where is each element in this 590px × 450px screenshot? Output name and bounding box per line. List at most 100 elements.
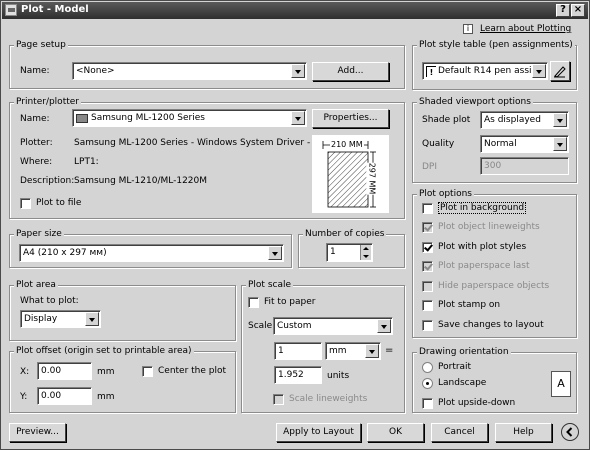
copies-spinner[interactable] bbox=[360, 245, 371, 260]
help-title-button[interactable]: ? bbox=[556, 4, 570, 17]
add-button[interactable]: Add... bbox=[312, 62, 389, 81]
plot-with-plot-styles-checkbox[interactable]: Plot with plot styles bbox=[422, 241, 526, 254]
printer-name-combo[interactable]: Samsung ML-1200 Series bbox=[72, 109, 307, 127]
scale-value: Custom bbox=[277, 321, 312, 331]
scale-numerator-input[interactable]: 1 bbox=[274, 342, 322, 360]
preview-button[interactable]: Preview... bbox=[9, 423, 66, 442]
dpi-label: DPI bbox=[422, 162, 438, 172]
offset-y-input[interactable]: 0.00 bbox=[37, 387, 92, 405]
properties-button[interactable]: Properties... bbox=[312, 109, 389, 128]
checkbox-box[interactable] bbox=[273, 394, 284, 405]
quality-combo[interactable]: Normal bbox=[480, 135, 569, 153]
checkbox-box[interactable] bbox=[422, 261, 433, 272]
save-changes-to-layout-checkbox[interactable]: Save changes to layout bbox=[422, 319, 544, 332]
scale-units-input[interactable]: 1.952 bbox=[274, 366, 322, 384]
what-to-plot-value: Display bbox=[24, 314, 58, 324]
learn-about-plotting-link[interactable]: Learn about Plotting bbox=[480, 24, 571, 35]
fit-to-paper-checkbox[interactable]: Fit to paper bbox=[248, 296, 316, 309]
plot-to-file-checkbox[interactable]: Plot to file bbox=[20, 197, 81, 210]
plot-offset-label: Plot offset (origin set to printable are… bbox=[14, 346, 194, 357]
plot-in-background-label: Plot in background bbox=[438, 202, 527, 214]
checkbox-box[interactable] bbox=[422, 242, 433, 253]
portrait-label: Portrait bbox=[438, 362, 472, 372]
shaded-viewport-label: Shaded viewport options bbox=[417, 97, 533, 108]
checkbox-box[interactable] bbox=[248, 297, 259, 308]
chevron-down-icon[interactable] bbox=[377, 319, 391, 333]
offset-y-value: 0.00 bbox=[41, 391, 62, 401]
page-setup-label: Page setup bbox=[14, 40, 68, 51]
scale-lineweights-checkbox[interactable]: Scale lineweights bbox=[273, 393, 367, 406]
quality-label: Quality bbox=[422, 139, 455, 149]
ok-button[interactable]: OK bbox=[367, 423, 424, 442]
cancel-button[interactable]: Cancel bbox=[431, 423, 488, 442]
chevron-down-icon[interactable] bbox=[553, 113, 567, 127]
chevron-down-icon[interactable] bbox=[553, 137, 567, 151]
dpi-input[interactable]: 300 bbox=[480, 157, 569, 175]
apply-to-layout-button[interactable]: Apply to Layout bbox=[276, 423, 361, 442]
checkbox-box[interactable] bbox=[20, 198, 31, 209]
copies-input[interactable]: 1 bbox=[326, 243, 373, 262]
close-title-button[interactable]: × bbox=[571, 4, 585, 17]
chevron-down-icon[interactable] bbox=[268, 246, 282, 260]
what-to-plot-combo[interactable]: Display bbox=[20, 310, 101, 328]
paper-size-combo[interactable]: A4 (210 x 297 мм) bbox=[19, 244, 284, 262]
landscape-radio[interactable]: Landscape bbox=[422, 377, 486, 390]
scale-lineweights-label: Scale lineweights bbox=[289, 394, 368, 404]
chevron-down-icon[interactable] bbox=[291, 64, 305, 78]
offset-y-unit: mm bbox=[97, 392, 115, 402]
scale-combo[interactable]: Custom bbox=[273, 317, 393, 335]
offset-y-label: Y: bbox=[20, 392, 28, 402]
scale-unit-combo[interactable]: mm bbox=[325, 342, 381, 360]
scale-unit-value: mm bbox=[329, 346, 347, 356]
offset-x-input[interactable]: 0.00 bbox=[37, 362, 92, 380]
plot-stamp-on-label: Plot stamp on bbox=[438, 300, 501, 310]
chevron-down-icon[interactable] bbox=[85, 312, 99, 326]
title-bar[interactable]: Plot - Model ? × bbox=[2, 2, 588, 19]
plot-object-lineweights-checkbox[interactable]: Plot object lineweights bbox=[422, 221, 540, 234]
window-title: Plot - Model bbox=[21, 4, 89, 15]
radio-circle[interactable] bbox=[422, 362, 433, 373]
checkbox-box[interactable] bbox=[142, 366, 153, 377]
plot-paperspace-last-checkbox[interactable]: Plot paperspace last bbox=[422, 260, 530, 273]
units-label: units bbox=[327, 371, 350, 381]
help-button[interactable]: Help bbox=[495, 423, 552, 442]
pen-icon bbox=[554, 66, 566, 78]
plot-stamp-on-checkbox[interactable]: Plot stamp on bbox=[422, 299, 500, 312]
what-to-plot-label: What to plot: bbox=[20, 296, 79, 306]
printer-name-value: Samsung ML-1200 Series bbox=[91, 113, 205, 123]
portrait-radio[interactable]: Portrait bbox=[422, 361, 471, 374]
hide-paperspace-objects-checkbox[interactable]: Hide paperspace objects bbox=[422, 280, 549, 293]
shade-plot-combo[interactable]: As displayed bbox=[480, 111, 569, 129]
plot-object-lineweights-label: Plot object lineweights bbox=[438, 222, 540, 232]
paper-size-value: A4 (210 x 297 мм) bbox=[23, 248, 107, 258]
checkbox-box[interactable] bbox=[422, 300, 433, 311]
checkbox-box[interactable] bbox=[422, 281, 433, 292]
scale-numerator-value: 1 bbox=[278, 346, 284, 356]
plot-style-combo[interactable]: ! Default R14 pen assignm bbox=[422, 62, 548, 80]
offset-x-label: X: bbox=[20, 367, 30, 377]
page-setup-name-value: <None> bbox=[76, 66, 115, 76]
landscape-label: Landscape bbox=[438, 378, 487, 388]
checkbox-box[interactable] bbox=[422, 398, 433, 409]
radio-circle[interactable] bbox=[422, 378, 433, 389]
checkbox-box[interactable] bbox=[422, 203, 433, 214]
printer-label: Printer/plotter bbox=[14, 97, 81, 108]
plot-upside-down-checkbox[interactable]: Plot upside-down bbox=[422, 397, 515, 410]
collapse-arrow-button[interactable] bbox=[561, 423, 579, 441]
chevron-down-icon[interactable] bbox=[291, 111, 305, 125]
fit-to-paper-label: Fit to paper bbox=[264, 297, 316, 307]
chevron-down-icon[interactable] bbox=[532, 64, 546, 78]
center-plot-checkbox[interactable]: Center the plot bbox=[142, 365, 226, 378]
preview-height-label: 297 MM bbox=[366, 162, 378, 195]
checkbox-box[interactable] bbox=[422, 222, 433, 233]
checkbox-box[interactable] bbox=[422, 320, 433, 331]
page-setup-name-combo[interactable]: <None> bbox=[72, 62, 307, 80]
paper-size-label: Paper size bbox=[14, 229, 64, 240]
scale-label: Scale: bbox=[248, 321, 276, 331]
scale-units-value: 1.952 bbox=[278, 370, 304, 380]
orientation-preview-icon: A bbox=[551, 371, 571, 397]
chevron-down-icon[interactable] bbox=[365, 344, 379, 358]
plot-in-background-checkbox[interactable]: Plot in background bbox=[422, 202, 527, 215]
preview-width-label: 210 MM bbox=[330, 139, 364, 150]
edit-plot-style-button[interactable] bbox=[550, 61, 570, 81]
